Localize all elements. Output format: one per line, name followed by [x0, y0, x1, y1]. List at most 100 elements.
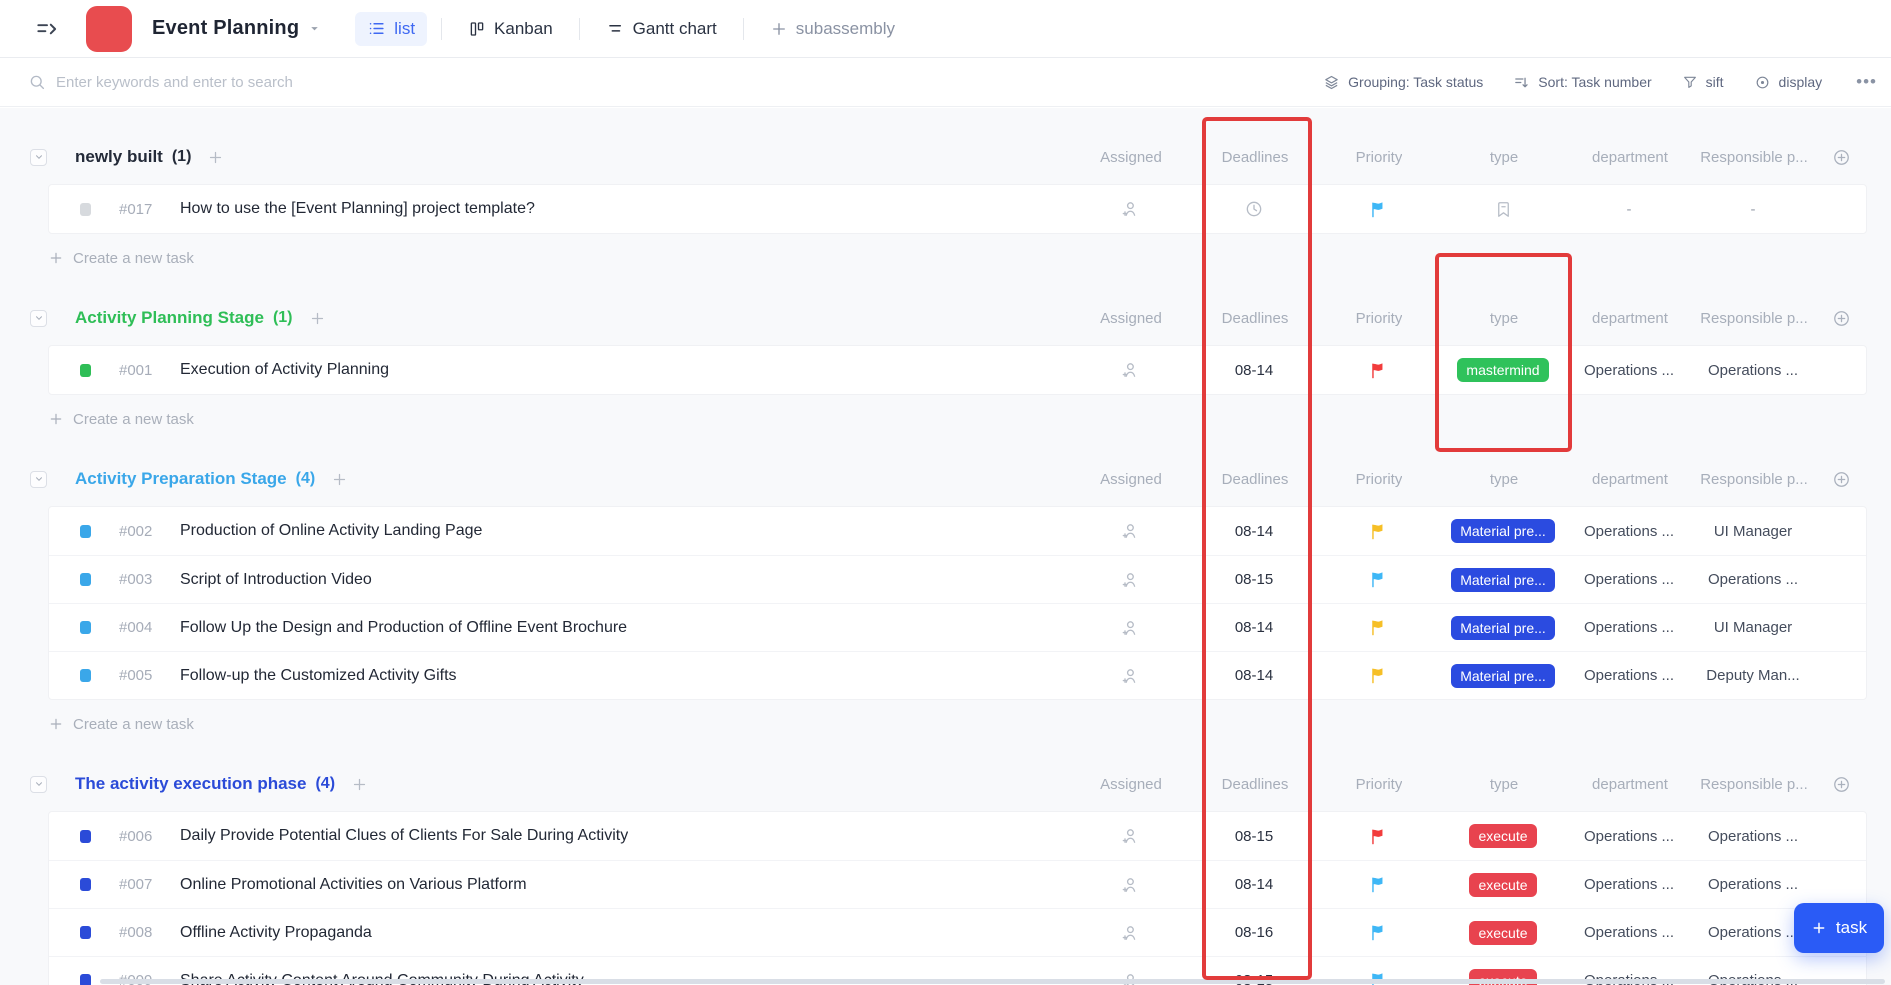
display-control[interactable]: display	[1754, 74, 1823, 91]
priority-flag-red-icon[interactable]	[1369, 827, 1388, 846]
column-header-type[interactable]: type	[1490, 471, 1518, 488]
project-icon[interactable]	[86, 6, 132, 52]
priority-flag-yellow-icon[interactable]	[1369, 522, 1388, 541]
column-header-priority[interactable]: Priority	[1356, 310, 1403, 327]
add-column-icon[interactable]	[1832, 470, 1851, 489]
add-task-button[interactable]: task	[1794, 903, 1884, 953]
type-badge[interactable]: execute	[1469, 873, 1536, 897]
task-title[interactable]: Production of Online Activity Landing Pa…	[180, 522, 482, 540]
collapse-group-icon[interactable]	[30, 310, 47, 327]
responsible-value[interactable]: Operations ...	[1708, 571, 1798, 588]
grouping-control[interactable]: Grouping: Task status	[1323, 74, 1483, 91]
column-header-assigned[interactable]: Assigned	[1100, 471, 1162, 488]
type-bookmark-icon[interactable]	[1494, 200, 1513, 219]
department-value[interactable]: Operations ...	[1584, 571, 1674, 588]
assign-person-icon[interactable]	[1120, 666, 1140, 686]
assign-person-icon[interactable]	[1120, 875, 1140, 895]
assign-person-icon[interactable]	[1120, 826, 1140, 846]
department-value[interactable]: Operations ...	[1584, 362, 1674, 379]
responsible-value[interactable]: Deputy Man...	[1706, 667, 1799, 684]
deadline-value[interactable]: 08-14	[1235, 667, 1273, 684]
add-task-to-group-icon[interactable]	[207, 149, 224, 166]
column-header-priority[interactable]: Priority	[1356, 776, 1403, 793]
responsible-value[interactable]: Operations ...	[1708, 362, 1798, 379]
tab-list[interactable]: list	[355, 12, 427, 46]
department-value[interactable]: Operations ...	[1584, 924, 1674, 941]
add-column-icon[interactable]	[1832, 309, 1851, 328]
column-header-department[interactable]: department	[1592, 776, 1668, 793]
type-badge[interactable]: Material pre...	[1451, 664, 1555, 688]
department-value[interactable]: -	[1627, 201, 1632, 218]
deadline-value[interactable]: 08-15	[1235, 828, 1273, 845]
table-row[interactable]: #007 Online Promotional Activities on Va…	[49, 860, 1866, 908]
department-value[interactable]: Operations ...	[1584, 619, 1674, 636]
assign-person-icon[interactable]	[1120, 570, 1140, 590]
department-value[interactable]: Operations ...	[1584, 523, 1674, 540]
priority-flag-red-icon[interactable]	[1369, 361, 1388, 380]
priority-flag-blue-icon[interactable]	[1369, 200, 1388, 219]
deadline-value[interactable]: 08-14	[1235, 619, 1273, 636]
add-column-icon[interactable]	[1832, 775, 1851, 794]
task-title[interactable]: Follow-up the Customized Activity Gifts	[180, 667, 457, 685]
column-header-assigned[interactable]: Assigned	[1100, 776, 1162, 793]
add-task-to-group-icon[interactable]	[309, 310, 326, 327]
table-row[interactable]: #005 Follow-up the Customized Activity G…	[49, 651, 1866, 699]
column-header-type[interactable]: type	[1490, 149, 1518, 166]
column-header-responsible[interactable]: Responsible p...	[1700, 149, 1808, 166]
horizontal-scrollbar[interactable]	[100, 979, 1885, 984]
column-header-type[interactable]: type	[1490, 776, 1518, 793]
add-task-to-group-icon[interactable]	[351, 776, 368, 793]
department-value[interactable]: Operations ...	[1584, 876, 1674, 893]
table-row[interactable]: #006 Daily Provide Potential Clues of Cl…	[49, 812, 1866, 860]
task-title[interactable]: Daily Provide Potential Clues of Clients…	[180, 827, 628, 845]
column-header-deadlines[interactable]: Deadlines	[1222, 310, 1289, 327]
column-header-assigned[interactable]: Assigned	[1100, 149, 1162, 166]
assign-person-icon[interactable]	[1120, 923, 1140, 943]
assign-person-icon[interactable]	[1120, 618, 1140, 638]
filter-control[interactable]: sift	[1682, 74, 1724, 90]
responsible-value[interactable]: UI Manager	[1714, 619, 1792, 636]
priority-flag-blue-icon[interactable]	[1369, 875, 1388, 894]
table-row[interactable]: #008 Offline Activity Propaganda 08-16 e…	[49, 908, 1866, 956]
search-input[interactable]	[56, 74, 476, 91]
task-title[interactable]: Script of Introduction Video	[180, 571, 372, 589]
tab-kanban[interactable]: Kanban	[456, 12, 565, 46]
responsible-value[interactable]: UI Manager	[1714, 523, 1792, 540]
type-badge[interactable]: Material pre...	[1451, 616, 1555, 640]
deadline-value[interactable]: 08-14	[1235, 362, 1273, 379]
type-badge[interactable]: Material pre...	[1451, 519, 1555, 543]
type-badge[interactable]: mastermind	[1457, 358, 1548, 382]
column-header-deadlines[interactable]: Deadlines	[1222, 149, 1289, 166]
responsible-value[interactable]: Operations ...	[1708, 828, 1798, 845]
task-title[interactable]: Follow Up the Design and Production of O…	[180, 619, 627, 637]
department-value[interactable]: Operations ...	[1584, 828, 1674, 845]
table-row[interactable]: #017 How to use the [Event Planning] pro…	[49, 185, 1866, 233]
deadline-value[interactable]: 08-14	[1235, 523, 1273, 540]
column-header-department[interactable]: department	[1592, 471, 1668, 488]
column-header-department[interactable]: department	[1592, 149, 1668, 166]
deadline-value[interactable]: 08-16	[1235, 924, 1273, 941]
table-row[interactable]: #002 Production of Online Activity Landi…	[49, 507, 1866, 555]
deadline-value[interactable]: 08-15	[1235, 571, 1273, 588]
task-title[interactable]: Offline Activity Propaganda	[180, 924, 372, 942]
tab-gantt[interactable]: Gantt chart	[594, 12, 729, 46]
sort-control[interactable]: Sort: Task number	[1513, 74, 1651, 91]
responsible-value[interactable]: Operations ...	[1708, 876, 1798, 893]
column-header-responsible[interactable]: Responsible p...	[1700, 776, 1808, 793]
collapse-group-icon[interactable]	[30, 149, 47, 166]
table-row[interactable]: #004 Follow Up the Design and Production…	[49, 603, 1866, 651]
column-header-responsible[interactable]: Responsible p...	[1700, 310, 1808, 327]
column-header-priority[interactable]: Priority	[1356, 471, 1403, 488]
sidebar-toggle-icon[interactable]	[34, 16, 60, 42]
responsible-value[interactable]: Operations ...	[1708, 924, 1798, 941]
table-row[interactable]: #001 Execution of Activity Planning 08-1…	[49, 346, 1866, 394]
column-header-priority[interactable]: Priority	[1356, 149, 1403, 166]
deadline-clock-icon[interactable]	[1244, 199, 1264, 219]
column-header-deadlines[interactable]: Deadlines	[1222, 471, 1289, 488]
deadline-value[interactable]: 08-14	[1235, 876, 1273, 893]
priority-flag-yellow-icon[interactable]	[1369, 666, 1388, 685]
tab-add-subassembly[interactable]: subassembly	[758, 12, 907, 46]
column-header-type[interactable]: type	[1490, 310, 1518, 327]
column-header-responsible[interactable]: Responsible p...	[1700, 471, 1808, 488]
collapse-group-icon[interactable]	[30, 471, 47, 488]
